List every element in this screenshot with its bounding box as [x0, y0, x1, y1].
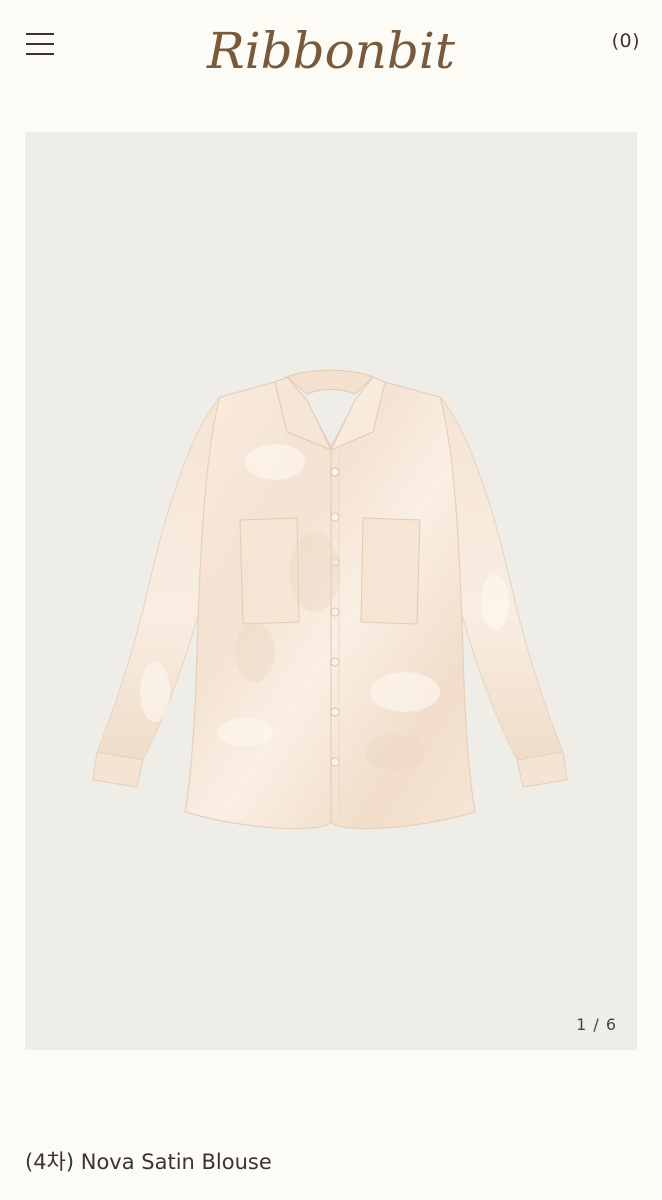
hamburger-menu-icon[interactable] — [22, 28, 58, 60]
satin-blouse-image — [92, 369, 568, 830]
product-page: Ribbonbit (0) 1 / 6 (4차) Nova Satin Blou… — [0, 0, 662, 1200]
product-image-gallery[interactable]: 1 / 6 — [25, 132, 637, 1050]
cart-count-button[interactable]: (0) — [612, 30, 640, 52]
product-title: (4차) Nova Satin Blouse — [25, 1150, 272, 1174]
site-header: Ribbonbit (0) — [0, 0, 662, 90]
image-counter: 1 / 6 — [576, 1015, 617, 1034]
logo-text: Ribbonbit — [206, 22, 456, 80]
brand-logo[interactable]: Ribbonbit — [200, 10, 462, 80]
